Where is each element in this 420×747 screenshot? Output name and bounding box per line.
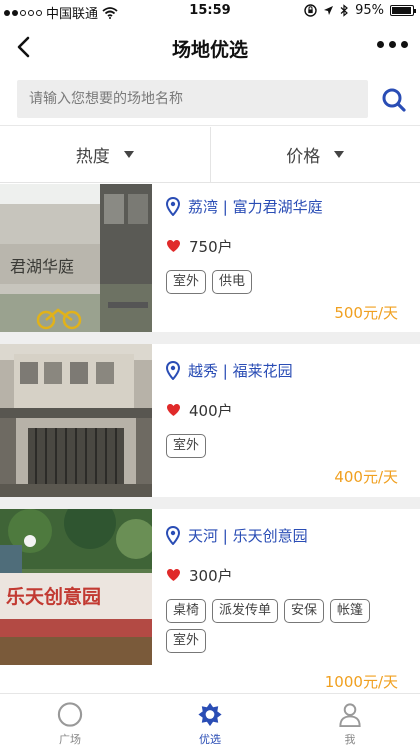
filter-bar: 热度 价格 [0, 127, 420, 183]
venue-location: 越秀 | 福莱花园 [166, 358, 420, 382]
orientation-lock-icon [304, 4, 317, 17]
venue-heat-count: 400户 [189, 401, 233, 420]
venue-price: 1000元/天 [324, 673, 398, 691]
tab-plaza[interactable]: 广场 [0, 694, 140, 747]
battery-icon [390, 5, 416, 16]
user-profile-icon [339, 703, 361, 728]
status-right: 95% [304, 3, 416, 18]
status-bar: 中国联通 15:59 95% [0, 0, 420, 24]
venue-info: 天河 | 乐天创意园 300户 桌椅 派发传单 安保 帐篷 室外 [166, 523, 420, 653]
tab-featured[interactable]: 优选 [140, 694, 280, 747]
venue-heat: 750户 [166, 234, 420, 258]
venue-photo: 君湖华庭 [0, 184, 152, 332]
venue-location-text: 天河 | 乐天创意园 [188, 526, 308, 545]
venue-card[interactable]: 乐天创意园 天河 | 乐天创意园 300户 桌椅 派发传单 安保 帐篷 室外 1… [0, 509, 420, 693]
venue-tag: 帐篷 [330, 599, 371, 623]
venue-tag: 派发传单 [212, 599, 279, 623]
card-divider [0, 497, 420, 509]
venue-heat-count: 750户 [189, 237, 233, 256]
battery-percent: 95% [355, 3, 384, 18]
tab-me-label: 我 [344, 733, 356, 746]
search-box [17, 80, 368, 118]
filter-heat-label: 热度 [75, 147, 110, 167]
venue-card[interactable]: 君湖华庭 荔湾 | 富力君湖华庭 750户 室外 供电 500元/天 [0, 184, 420, 332]
tab-featured-label: 优选 [199, 733, 221, 746]
caret-down-icon [334, 151, 345, 158]
venue-photo: 乐天创意园 [0, 509, 152, 665]
more-options-icon[interactable] [377, 41, 408, 48]
venue-price: 400元/天 [334, 468, 398, 486]
heart-icon [167, 569, 180, 581]
plaza-circle-icon [57, 702, 83, 727]
venue-tags: 室外 [166, 434, 411, 458]
venue-info: 越秀 | 福莱花园 400户 室外 [166, 358, 420, 458]
location-pin-icon [166, 196, 180, 216]
tab-plaza-label: 广场 [59, 733, 81, 746]
featured-flower-icon [198, 702, 222, 727]
venue-tags: 室外 供电 [166, 270, 411, 294]
venue-price: 500元/天 [334, 304, 398, 322]
location-pin-icon [166, 525, 180, 545]
tab-me[interactable]: 我 [280, 694, 420, 747]
caret-down-icon [123, 151, 134, 158]
navigation-bar: 场地优选 [0, 24, 420, 72]
bottom-tab-bar: 广场 优选 我 [0, 693, 420, 747]
venue-heat: 400户 [166, 398, 420, 422]
venue-tag: 桌椅 [166, 599, 207, 623]
venue-photo [0, 344, 152, 497]
venue-location-text: 越秀 | 福莱花园 [188, 361, 293, 380]
venue-card[interactable]: 越秀 | 福莱花园 400户 室外 400元/天 [0, 344, 420, 497]
venue-tag: 安保 [284, 599, 325, 623]
venue-tag: 室外 [166, 434, 207, 458]
heart-icon [167, 240, 180, 252]
venue-sign-text: 君湖华庭 [10, 257, 74, 276]
filter-price-label: 价格 [286, 147, 321, 167]
search-icon[interactable] [380, 86, 408, 114]
location-arrow-icon [324, 6, 334, 15]
venue-tag: 室外 [166, 629, 207, 653]
heart-icon [167, 404, 180, 416]
location-pin-icon [166, 360, 180, 380]
venue-heat-count: 300户 [189, 566, 233, 585]
venue-sign-text: 乐天创意园 [6, 585, 101, 608]
filter-price[interactable]: 价格 [209, 127, 420, 182]
search-bar [0, 72, 420, 126]
venue-location: 荔湾 | 富力君湖华庭 [166, 194, 420, 218]
page-title: 场地优选 [171, 39, 248, 61]
venue-tag: 供电 [212, 270, 253, 294]
venue-info: 荔湾 | 富力君湖华庭 750户 室外 供电 [166, 194, 420, 294]
venue-heat: 300户 [166, 563, 420, 587]
venue-location: 天河 | 乐天创意园 [166, 523, 420, 547]
card-divider [0, 332, 420, 344]
venue-tag: 室外 [166, 270, 207, 294]
bluetooth-icon [340, 4, 349, 17]
search-input[interactable] [17, 80, 368, 118]
venue-location-text: 荔湾 | 富力君湖华庭 [188, 197, 323, 216]
filter-heat[interactable]: 热度 [0, 127, 210, 182]
venue-tags: 桌椅 派发传单 安保 帐篷 室外 [166, 599, 411, 653]
